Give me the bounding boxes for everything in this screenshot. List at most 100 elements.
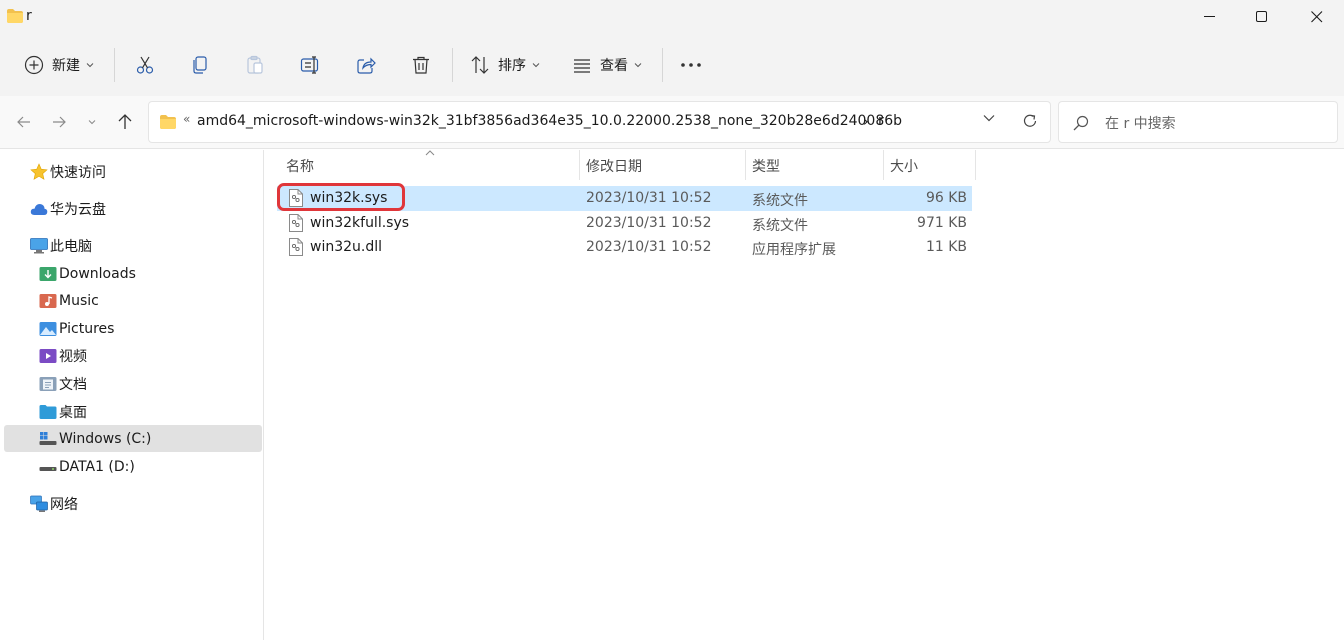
maximize-button[interactable] [1235,0,1289,34]
desktop-folder-icon [39,403,57,421]
nav-item-quick-access[interactable]: 快速访问 [4,158,262,185]
navigation-pane: 快速访问 华为云盘 此电脑 Downloads Music Pictures 视… [0,150,264,640]
drive-icon [39,430,57,448]
nav-item-label: 华为云盘 [50,201,106,218]
paste-icon [247,55,263,74]
file-row-win32kfull-sys[interactable]: win32kfull.sys 2023/10/31 10:52 系统文件 971… [277,211,972,236]
rename-button[interactable] [300,48,322,82]
forward-button[interactable] [47,110,71,134]
arrow-left-icon [17,116,30,128]
column-header-type[interactable]: 类型 [752,156,780,176]
recent-locations-button[interactable] [80,110,104,134]
nav-item-label: 网络 [50,496,78,513]
paste-button[interactable] [245,48,265,82]
plus-circle-icon [24,55,44,75]
arrow-up-icon [118,114,132,129]
computer-icon [30,237,48,255]
more-icon [681,63,701,67]
arrow-right-icon [53,116,66,128]
cut-button[interactable] [135,48,155,82]
nav-item-label: Windows (C:) [59,430,152,447]
search-box[interactable]: 在 r 中搜索 [1058,101,1338,143]
file-date: 2023/10/31 10:52 [586,215,712,231]
nav-item-this-pc[interactable]: 此电脑 [4,232,262,259]
nav-item-label: Music [59,292,99,309]
nav-item-label: DATA1 (D:) [59,458,135,475]
nav-item-windows-c[interactable]: Windows (C:) [4,425,262,452]
column-header-date[interactable]: 修改日期 [586,156,642,176]
pictures-folder-icon [39,320,57,338]
videos-folder-icon [39,347,57,365]
sort-label: 排序 [498,58,526,74]
command-bar: 新建 排序 查看 [0,34,1344,96]
cut-icon [136,56,154,74]
nav-item-label: 视频 [59,348,87,365]
sort-button[interactable]: 排序 [470,48,540,82]
breadcrumb-overflow[interactable]: « [183,112,190,126]
nav-item-network[interactable]: 网络 [4,490,262,517]
copy-button[interactable] [190,48,210,82]
nav-item-downloads[interactable]: Downloads [4,260,262,287]
column-divider[interactable] [883,150,884,180]
breadcrumb-separator[interactable]: › [863,114,869,130]
nav-item-huawei-cloud[interactable]: 华为云盘 [4,195,262,222]
downloads-folder-icon [39,265,57,283]
column-divider[interactable] [579,150,580,180]
nav-item-label: Downloads [59,265,136,282]
breadcrumb-path[interactable]: amd64_microsoft-windows-win32k_31bf3856a… [197,113,902,129]
nav-item-videos[interactable]: 视频 [4,342,262,369]
nav-item-label: 此电脑 [50,238,92,255]
column-divider[interactable] [745,150,746,180]
refresh-button[interactable] [1022,113,1038,129]
nav-item-music[interactable]: Music [4,287,262,314]
file-type: 系统文件 [752,193,808,209]
nav-item-pictures[interactable]: Pictures [4,315,262,342]
nav-item-documents[interactable]: 文档 [4,370,262,397]
delete-button[interactable] [411,48,431,82]
cloud-icon [30,200,48,218]
nav-item-data1-d[interactable]: DATA1 (D:) [4,453,262,480]
system-file-icon [289,214,303,232]
divider [452,48,453,82]
address-history-button[interactable] [983,114,995,122]
back-button[interactable] [12,110,36,134]
file-list: 名称 修改日期 类型 大小 win32k.sys 2023/10/31 10:5… [265,150,1344,640]
address-row: « amd64_microsoft-windows-win32k_31bf385… [0,96,1344,149]
file-type: 系统文件 [752,218,808,234]
nav-item-desktop[interactable]: 桌面 [4,398,262,425]
column-header-size[interactable]: 大小 [890,156,918,176]
dll-file-icon [289,238,303,256]
file-size: 11 KB [925,239,967,255]
new-button[interactable]: 新建 [24,48,94,82]
minimize-icon [1204,16,1215,17]
close-icon [1311,11,1323,23]
drive-icon [39,458,57,476]
sort-icon [471,56,489,74]
share-button[interactable] [356,48,376,82]
minimize-button[interactable] [1183,0,1237,34]
file-row-win32u-dll[interactable]: win32u.dll 2023/10/31 10:52 应用程序扩展 11 KB [277,235,972,260]
title-bar: r [0,0,1344,34]
star-icon [30,162,48,181]
chevron-down-icon [983,115,995,122]
view-button[interactable]: 查看 [572,48,642,82]
close-button[interactable] [1290,0,1344,34]
divider [662,48,663,82]
file-type: 应用程序扩展 [752,242,836,258]
column-divider[interactable] [975,150,976,180]
file-name: win32kfull.sys [310,215,410,231]
documents-folder-icon [39,375,57,393]
folder-icon [7,9,23,23]
new-label: 新建 [52,58,80,74]
up-button[interactable] [113,110,137,134]
folder-icon [159,115,177,129]
chevron-down-icon [532,63,540,68]
divider [114,48,115,82]
highlight-annotation [277,183,405,211]
nav-item-label: Pictures [59,320,115,337]
breadcrumb-current[interactable]: r [878,113,884,129]
address-bar[interactable]: « amd64_microsoft-windows-win32k_31bf385… [148,101,1051,143]
column-header-name[interactable]: 名称 [286,156,314,176]
nav-item-label: 文档 [59,376,87,393]
more-button[interactable] [680,48,702,82]
